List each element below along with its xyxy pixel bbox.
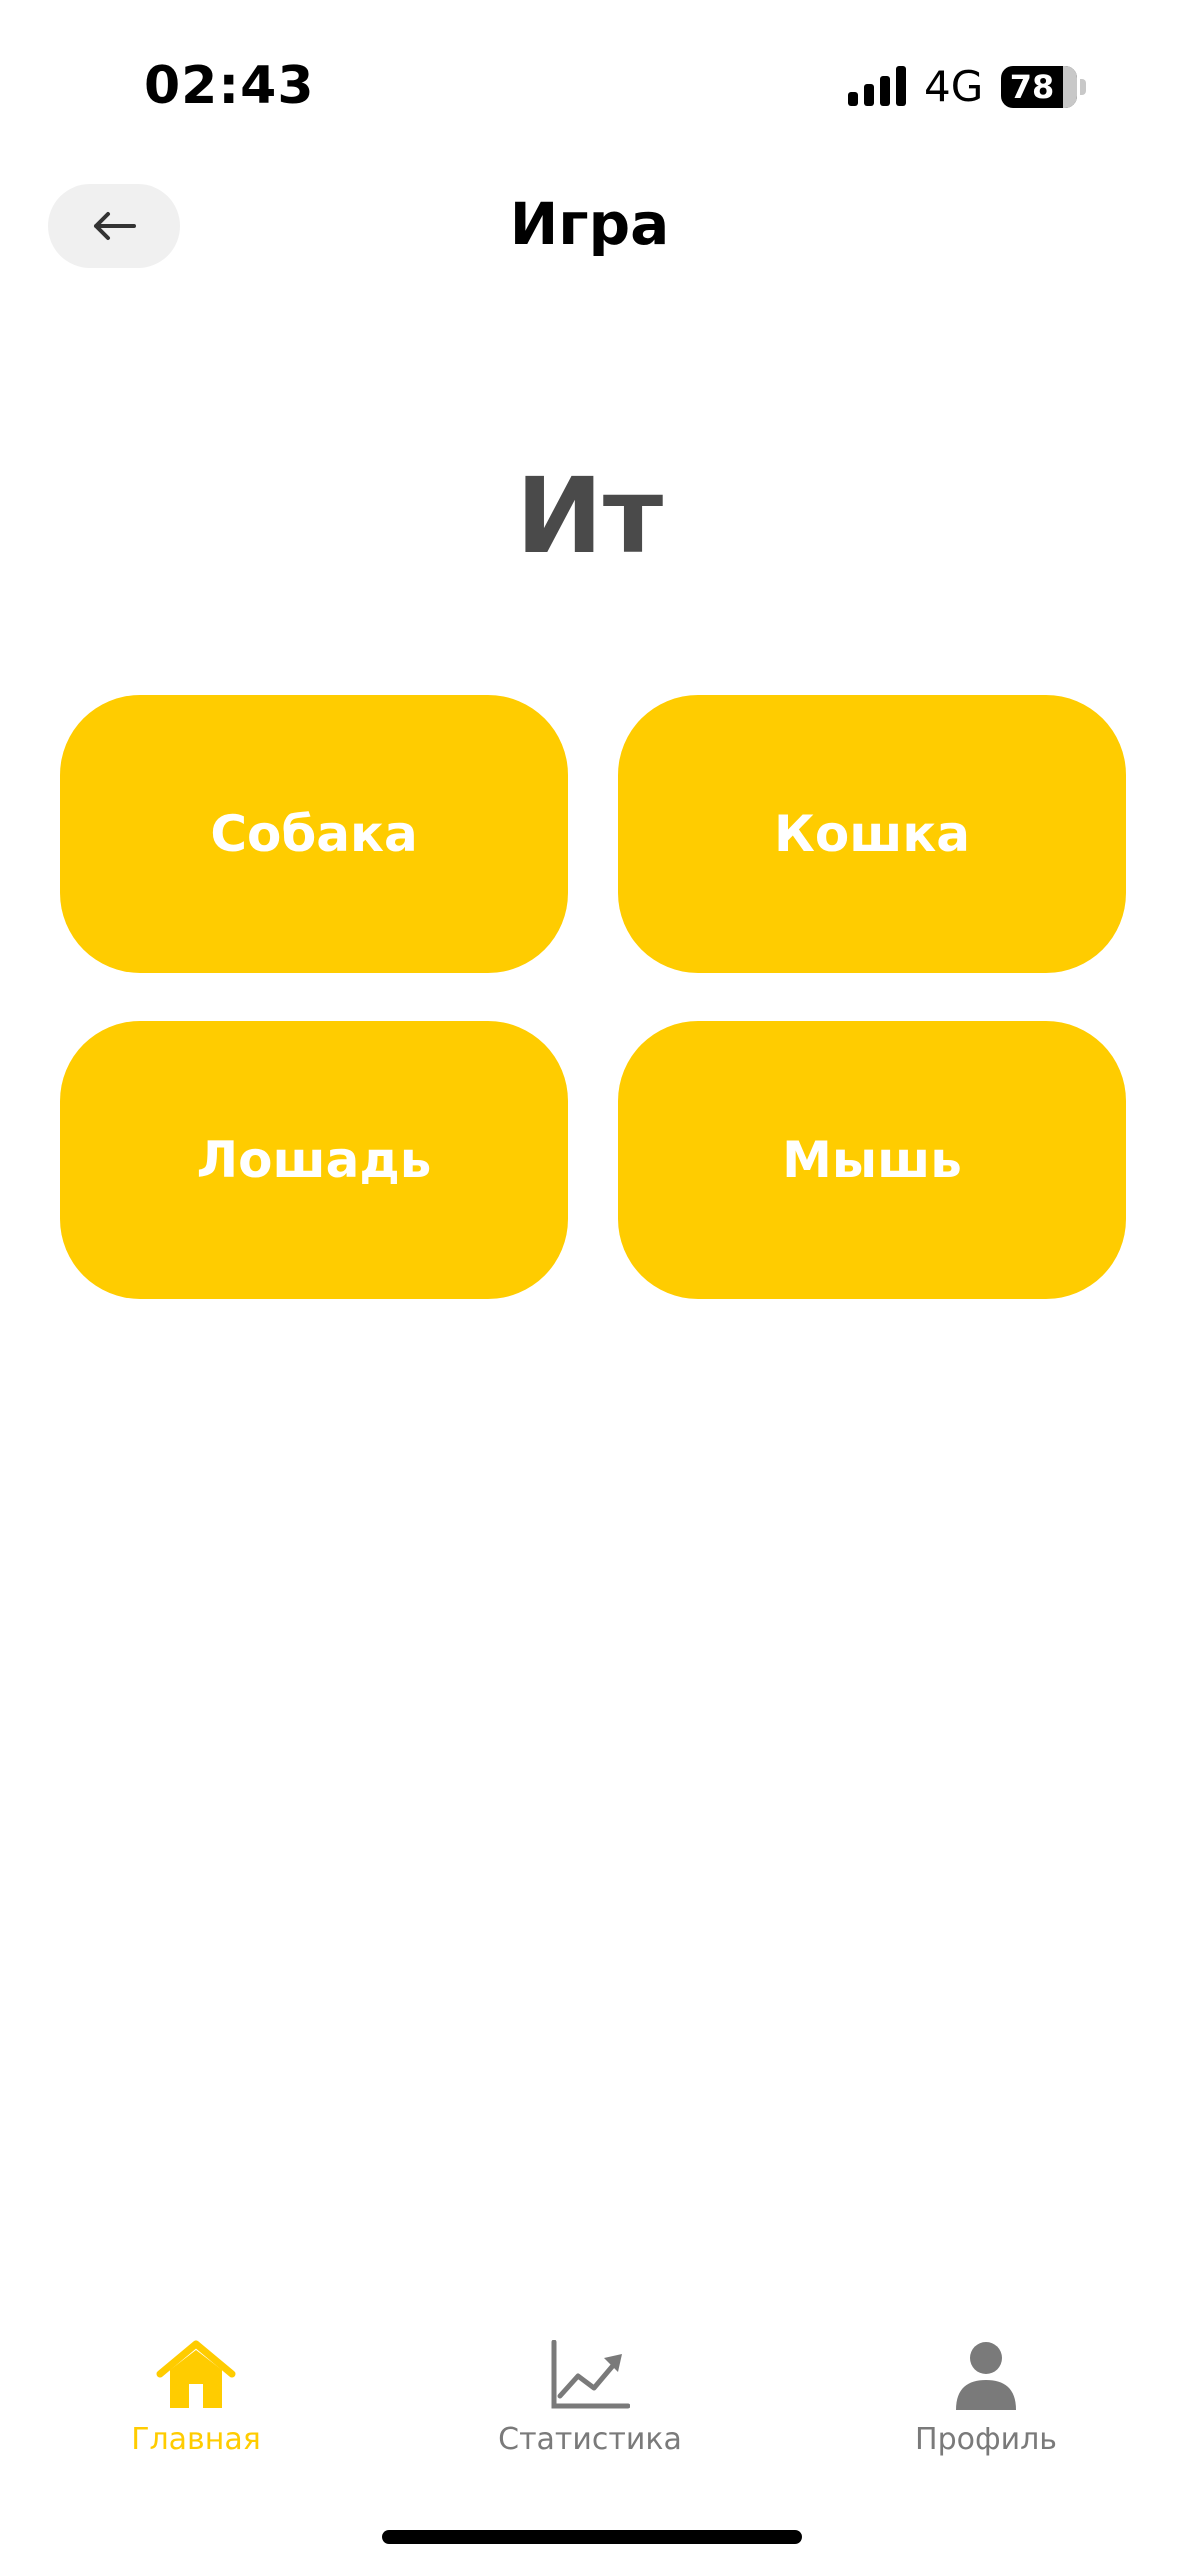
- tab-home[interactable]: Главная: [66, 2330, 326, 2457]
- tab-profile[interactable]: Профиль: [856, 2330, 1116, 2457]
- answer-button-1[interactable]: Собака: [60, 695, 568, 973]
- answer-button-4[interactable]: Мышь: [618, 1021, 1126, 1299]
- battery-tip: [1080, 79, 1086, 95]
- status-bar: 02:43 4G 78: [0, 0, 1179, 150]
- answer-button-2[interactable]: Кошка: [618, 695, 1126, 973]
- home-indicator[interactable]: [382, 2530, 802, 2544]
- tab-home-label: Главная: [131, 2422, 261, 2457]
- home-icon: [154, 2330, 238, 2410]
- tab-statistics-label: Статистика: [498, 2422, 682, 2457]
- page-title: Игра: [509, 190, 670, 258]
- tab-statistics[interactable]: Статистика: [460, 2330, 720, 2457]
- user-icon: [954, 2330, 1018, 2410]
- battery-level: 78: [1009, 68, 1055, 106]
- battery-icon: 78: [1001, 66, 1077, 108]
- prompt-word: Ит: [515, 455, 664, 577]
- signal-strength-icon: [848, 66, 908, 106]
- status-time: 02:43: [144, 56, 315, 116]
- tab-profile-label: Профиль: [915, 2422, 1057, 2457]
- chart-icon: [550, 2330, 630, 2410]
- network-type: 4G: [924, 62, 984, 111]
- answer-button-3[interactable]: Лошадь: [60, 1021, 568, 1299]
